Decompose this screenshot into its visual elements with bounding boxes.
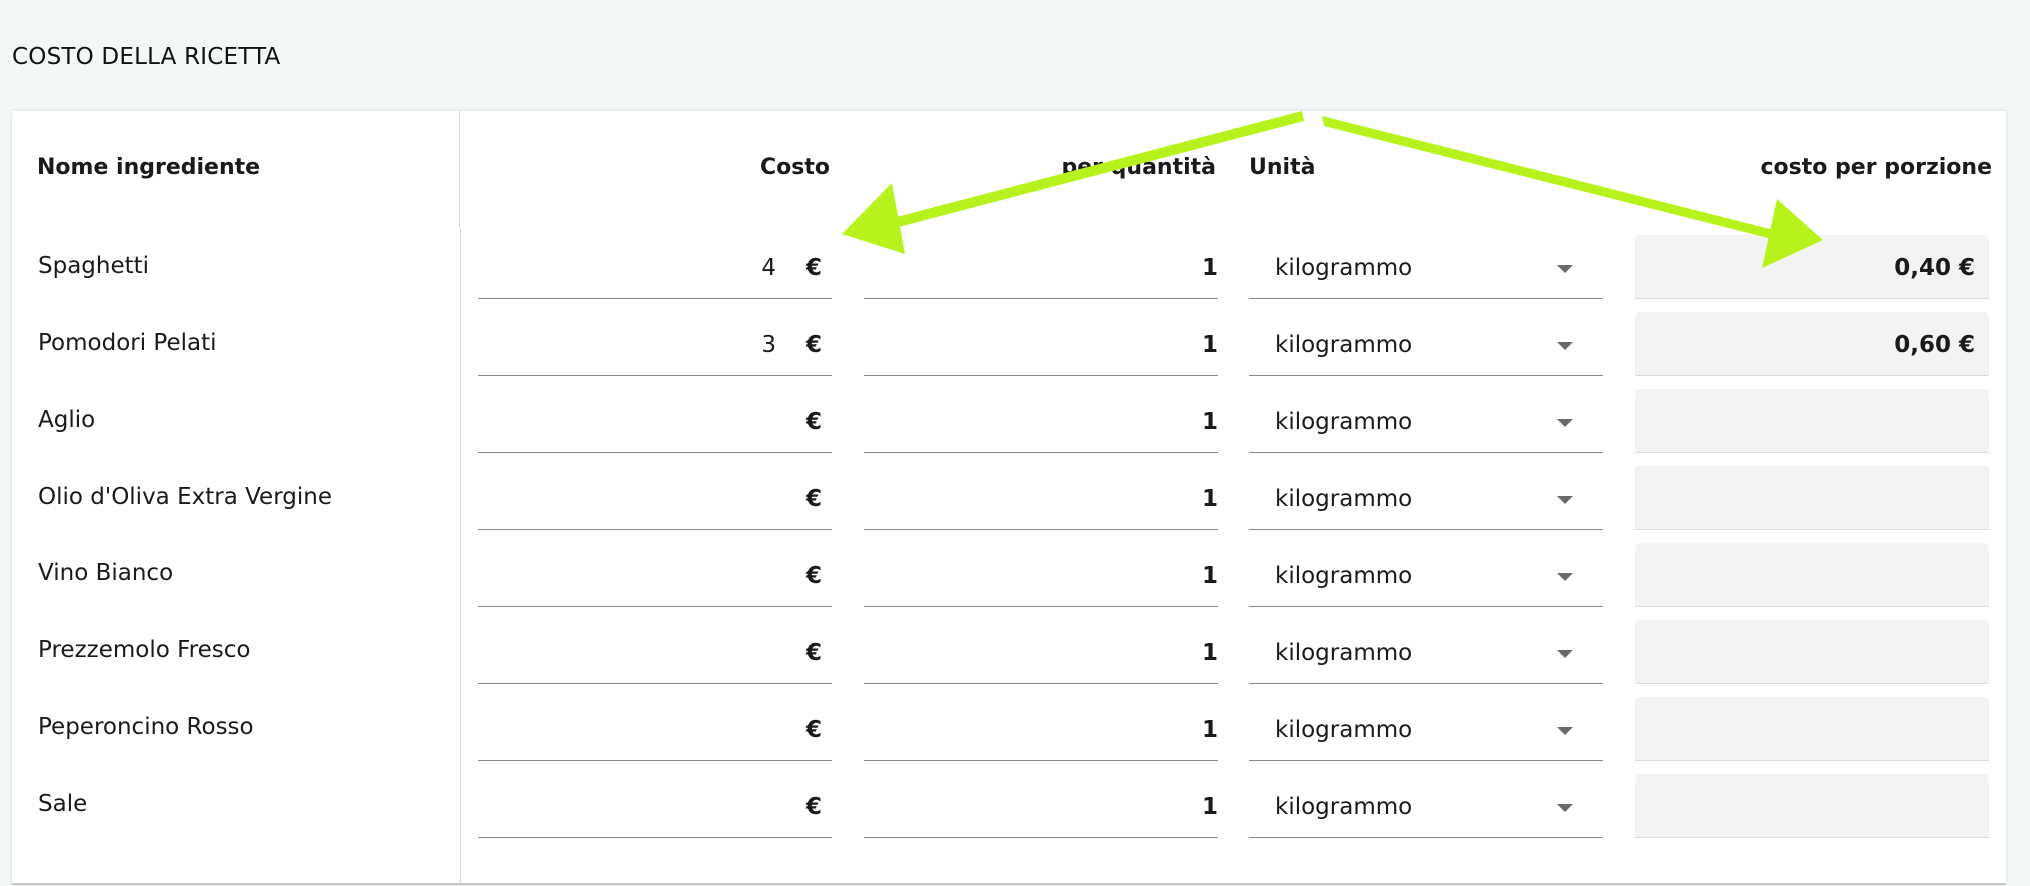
ingredient-name: Peperoncino Rosso — [38, 714, 254, 740]
ingredient-name: Olio d'Oliva Extra Vergine — [38, 484, 332, 510]
quantity-value: 1 — [1201, 255, 1218, 281]
ingredient-name: Vino Bianco — [38, 560, 174, 586]
cost-input[interactable]: € — [478, 543, 832, 607]
portion-cost-value: 0,60 € — [1894, 332, 1975, 358]
unit-value: kilogrammo — [1275, 640, 1413, 666]
unit-select[interactable]: kilogrammo — [1249, 312, 1603, 376]
column-divider — [460, 228, 461, 883]
euro-symbol: € — [805, 486, 822, 512]
portion-cost-field: 0,40 € — [1635, 235, 1989, 299]
chevron-down-icon[interactable] — [1557, 419, 1573, 427]
quantity-input[interactable]: 1 — [864, 620, 1218, 684]
quantity-input[interactable]: 1 — [864, 235, 1218, 299]
ingredient-name: Sale — [38, 791, 88, 817]
portion-cost-field — [1635, 697, 1989, 761]
unit-select[interactable]: kilogrammo — [1249, 235, 1603, 299]
chevron-down-icon[interactable] — [1557, 342, 1573, 350]
chevron-down-icon[interactable] — [1557, 496, 1573, 504]
unit-value: kilogrammo — [1275, 409, 1413, 435]
unit-select[interactable]: kilogrammo — [1249, 389, 1603, 453]
cost-input[interactable]: € — [478, 774, 832, 838]
ingredient-name: Aglio — [38, 407, 96, 433]
cost-value: 3 — [761, 332, 776, 358]
euro-symbol: € — [805, 563, 822, 589]
ingredient-name: Prezzemolo Fresco — [38, 637, 251, 663]
header-ingredient-name: Nome ingrediente — [37, 155, 261, 180]
portion-cost-field — [1635, 774, 1989, 838]
header-unit: Unità — [1249, 155, 1316, 180]
portion-cost-value: 0,40 € — [1894, 255, 1975, 281]
portion-cost-field — [1635, 466, 1989, 530]
cost-input[interactable]: € — [478, 466, 832, 530]
unit-value: kilogrammo — [1275, 255, 1413, 281]
unit-value: kilogrammo — [1275, 332, 1413, 358]
portion-cost-field: 0,60 € — [1635, 312, 1989, 376]
euro-symbol: € — [805, 717, 822, 743]
chevron-down-icon[interactable] — [1557, 650, 1573, 658]
unit-value: kilogrammo — [1275, 717, 1413, 743]
unit-select[interactable]: kilogrammo — [1249, 774, 1603, 838]
header-cost-per-portion: costo per porzione — [1760, 155, 1992, 180]
cost-input[interactable]: € — [478, 620, 832, 684]
section-title: COSTO DELLA RICETTA — [12, 44, 281, 70]
portion-cost-field — [1635, 389, 1989, 453]
cost-input[interactable]: € — [478, 389, 832, 453]
quantity-value: 1 — [1201, 409, 1218, 435]
quantity-input[interactable]: 1 — [864, 312, 1218, 376]
quantity-input[interactable]: 1 — [864, 466, 1218, 530]
header-cost: Costo — [760, 155, 830, 180]
header-per-quantity: per quantità — [1061, 155, 1216, 180]
quantity-value: 1 — [1201, 717, 1218, 743]
chevron-down-icon[interactable] — [1557, 573, 1573, 581]
chevron-down-icon[interactable] — [1557, 265, 1573, 273]
cost-input[interactable]: 3 € — [478, 312, 832, 376]
quantity-value: 1 — [1201, 332, 1218, 358]
euro-symbol: € — [805, 409, 822, 435]
quantity-input[interactable]: 1 — [864, 389, 1218, 453]
euro-symbol: € — [805, 255, 822, 281]
unit-value: kilogrammo — [1275, 563, 1413, 589]
cost-input[interactable]: 4 € — [478, 235, 832, 299]
recipe-cost-card: Nome ingrediente Costo per quantità Unit… — [12, 111, 2006, 885]
quantity-input[interactable]: 1 — [864, 774, 1218, 838]
euro-symbol: € — [805, 332, 822, 358]
portion-cost-field — [1635, 543, 1989, 607]
cost-value: 4 — [761, 255, 776, 281]
ingredient-name: Pomodori Pelati — [38, 330, 217, 356]
quantity-value: 1 — [1201, 563, 1218, 589]
euro-symbol: € — [805, 640, 822, 666]
quantity-input[interactable]: 1 — [864, 543, 1218, 607]
chevron-down-icon[interactable] — [1557, 804, 1573, 812]
euro-symbol: € — [805, 794, 822, 820]
quantity-value: 1 — [1201, 486, 1218, 512]
unit-select[interactable]: kilogrammo — [1249, 697, 1603, 761]
portion-cost-field — [1635, 620, 1989, 684]
cost-input[interactable]: € — [478, 697, 832, 761]
unit-select[interactable]: kilogrammo — [1249, 466, 1603, 530]
unit-select[interactable]: kilogrammo — [1249, 543, 1603, 607]
quantity-value: 1 — [1201, 794, 1218, 820]
unit-value: kilogrammo — [1275, 794, 1413, 820]
unit-value: kilogrammo — [1275, 486, 1413, 512]
quantity-value: 1 — [1201, 640, 1218, 666]
unit-select[interactable]: kilogrammo — [1249, 620, 1603, 684]
ingredient-name: Spaghetti — [38, 253, 150, 279]
chevron-down-icon[interactable] — [1557, 727, 1573, 735]
quantity-input[interactable]: 1 — [864, 697, 1218, 761]
